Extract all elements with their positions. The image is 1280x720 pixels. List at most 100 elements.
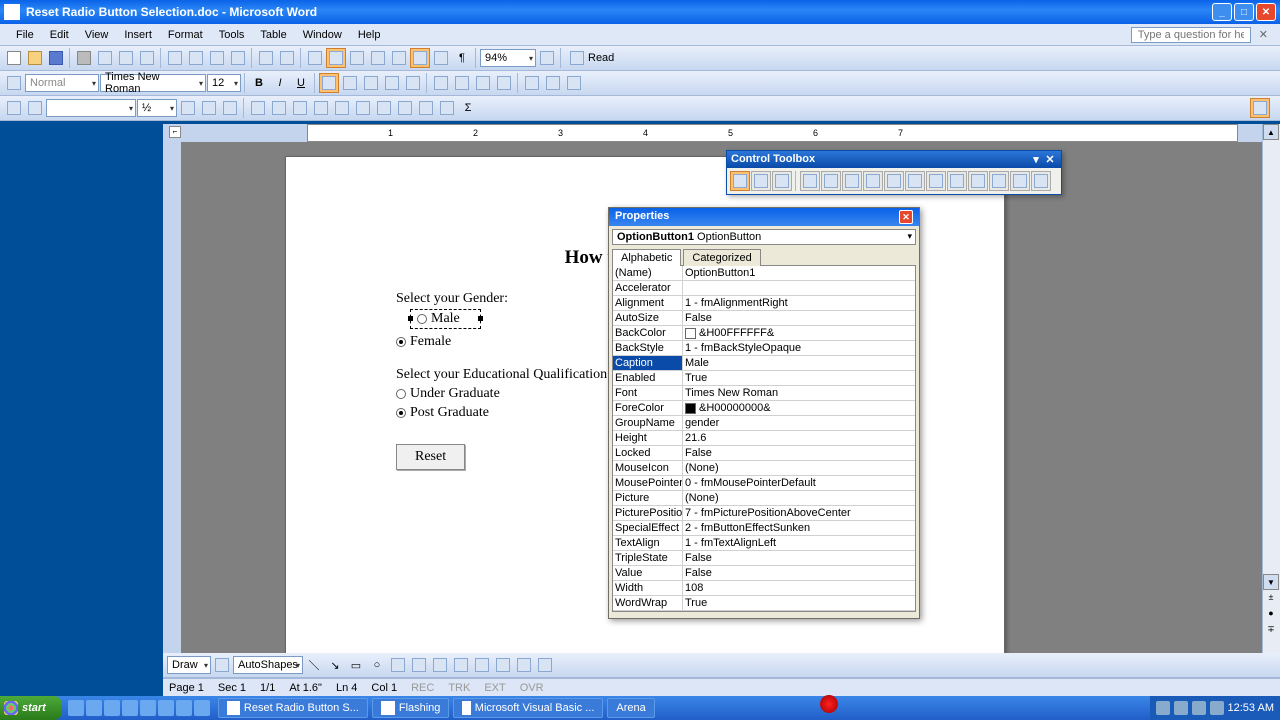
property-row[interactable]: Alignment1 - fmAlignmentRight — [613, 296, 915, 311]
control-toolbox-close[interactable]: ✕ — [1043, 153, 1057, 166]
taskbar-item-arena[interactable]: Arena — [607, 698, 654, 718]
style-combo[interactable]: Normal — [25, 74, 99, 92]
property-row[interactable]: Accelerator — [613, 281, 915, 296]
ql-icon[interactable] — [140, 700, 156, 716]
align-right-button[interactable] — [361, 73, 381, 93]
property-row[interactable]: Width108 — [613, 581, 915, 596]
help-search-input[interactable] — [1131, 27, 1251, 43]
property-row[interactable]: Picture(None) — [613, 491, 915, 506]
property-value[interactable]: gender — [683, 416, 915, 430]
status-rec[interactable]: REC — [411, 682, 434, 694]
ql-icon[interactable] — [68, 700, 84, 716]
menu-tools[interactable]: Tools — [211, 27, 253, 43]
bold-button[interactable]: B — [249, 73, 269, 93]
ql-icon[interactable] — [122, 700, 138, 716]
autoformat-button[interactable] — [374, 98, 394, 118]
tray-icon[interactable] — [1210, 701, 1224, 715]
zoom-combo[interactable]: 94% — [480, 49, 536, 67]
wordart-button[interactable] — [409, 655, 429, 675]
line-color-button[interactable] — [514, 655, 534, 675]
property-row[interactable]: Height21.6 — [613, 431, 915, 446]
autoshapes-menu[interactable]: AutoShapes — [233, 656, 303, 674]
property-value[interactable]: (None) — [683, 461, 915, 475]
menu-format[interactable]: Format — [160, 27, 211, 43]
shading-color-button[interactable] — [220, 98, 240, 118]
control-toolbox-window[interactable]: Control Toolbox ▾ ✕ — [726, 150, 1062, 195]
property-row[interactable]: BackStyle1 - fmBackStyleOpaque — [613, 341, 915, 356]
excel-button[interactable] — [368, 48, 388, 68]
properties-button[interactable] — [751, 171, 771, 191]
more-controls-button[interactable] — [1031, 171, 1051, 191]
property-row[interactable]: MouseIcon(None) — [613, 461, 915, 476]
property-row[interactable]: LockedFalse — [613, 446, 915, 461]
menu-help[interactable]: Help — [350, 27, 389, 43]
property-value[interactable]: (None) — [683, 491, 915, 505]
property-value[interactable]: True — [683, 371, 915, 385]
draw-menu[interactable]: Draw — [167, 656, 211, 674]
textbox-control-button[interactable] — [821, 171, 841, 191]
tray-icon[interactable] — [1174, 701, 1188, 715]
numbering-button[interactable] — [431, 73, 451, 93]
view-code-button[interactable] — [772, 171, 792, 191]
property-row[interactable]: TextAlign1 - fmTextAlignLeft — [613, 536, 915, 551]
property-row[interactable]: SpecialEffect2 - fmButtonEffectSunken — [613, 521, 915, 536]
property-value[interactable]: 7 - fmPicturePositionAboveCenter — [683, 506, 915, 520]
property-value[interactable]: False — [683, 566, 915, 580]
property-value[interactable]: 21.6 — [683, 431, 915, 445]
ql-icon[interactable] — [194, 700, 210, 716]
format-painter-button[interactable] — [228, 48, 248, 68]
print-preview-button[interactable] — [95, 48, 115, 68]
autosum-button[interactable]: Σ — [458, 98, 478, 118]
property-value[interactable]: &H00000000& — [683, 401, 915, 415]
align-cell-button[interactable] — [311, 98, 331, 118]
ql-icon[interactable] — [86, 700, 102, 716]
eraser-button[interactable] — [25, 98, 45, 118]
menu-file[interactable]: File — [8, 27, 42, 43]
property-value[interactable]: False — [683, 446, 915, 460]
checkbox-control-button[interactable] — [800, 171, 820, 191]
property-row[interactable]: CaptionMale — [613, 356, 915, 371]
select-objects-button[interactable] — [212, 655, 232, 675]
sort-desc-button[interactable] — [437, 98, 457, 118]
property-value[interactable]: 108 — [683, 581, 915, 595]
rectangle-button[interactable]: ▭ — [346, 655, 366, 675]
property-row[interactable]: ValueFalse — [613, 566, 915, 581]
hyperlink-button[interactable] — [305, 48, 325, 68]
taskbar-item-vba[interactable]: Microsoft Visual Basic ... — [453, 698, 603, 718]
property-value[interactable]: 1 - fmTextAlignLeft — [683, 536, 915, 550]
close-button[interactable]: ✕ — [1256, 3, 1276, 21]
copy-button[interactable] — [186, 48, 206, 68]
vertical-ruler[interactable] — [163, 142, 181, 660]
property-row[interactable]: WordWrapTrue — [613, 596, 915, 611]
fill-color-button[interactable] — [493, 655, 513, 675]
tray-icon[interactable] — [1192, 701, 1206, 715]
tab-selector[interactable]: ⌐ — [169, 126, 181, 138]
property-row[interactable]: FontTimes New Roman — [613, 386, 915, 401]
browse-prev-button[interactable]: ± — [1263, 592, 1279, 608]
property-row[interactable]: EnabledTrue — [613, 371, 915, 386]
cut-button[interactable] — [165, 48, 185, 68]
label-control-button[interactable] — [989, 171, 1009, 191]
underline-button[interactable]: U — [291, 73, 311, 93]
control-toolbox-dropdown[interactable]: ▾ — [1029, 153, 1043, 166]
open-button[interactable] — [25, 48, 45, 68]
status-trk[interactable]: TRK — [448, 682, 470, 694]
property-value[interactable]: 1 - fmBackStyleOpaque — [683, 341, 915, 355]
scrollbar-control-button[interactable] — [968, 171, 988, 191]
scroll-up-button[interactable]: ▲ — [1263, 124, 1279, 140]
sort-asc-button[interactable] — [416, 98, 436, 118]
save-button[interactable] — [46, 48, 66, 68]
browse-next-button[interactable]: ∓ — [1263, 624, 1279, 640]
columns-button[interactable] — [389, 48, 409, 68]
property-value[interactable]: OptionButton1 — [683, 266, 915, 280]
picture-button[interactable] — [472, 655, 492, 675]
horizontal-ruler[interactable]: ⌐ 1 2 3 4 5 6 7 — [163, 124, 1262, 142]
outside-border-button[interactable] — [199, 98, 219, 118]
command-control-button[interactable] — [842, 171, 862, 191]
option-male-selected[interactable]: Male — [410, 309, 481, 329]
merge-cells-button[interactable] — [269, 98, 289, 118]
start-button[interactable]: start — [0, 696, 62, 720]
reset-button[interactable]: Reset — [396, 444, 465, 470]
font-combo[interactable]: Times New Roman — [100, 74, 206, 92]
tab-alphabetic[interactable]: Alphabetic — [612, 249, 681, 266]
